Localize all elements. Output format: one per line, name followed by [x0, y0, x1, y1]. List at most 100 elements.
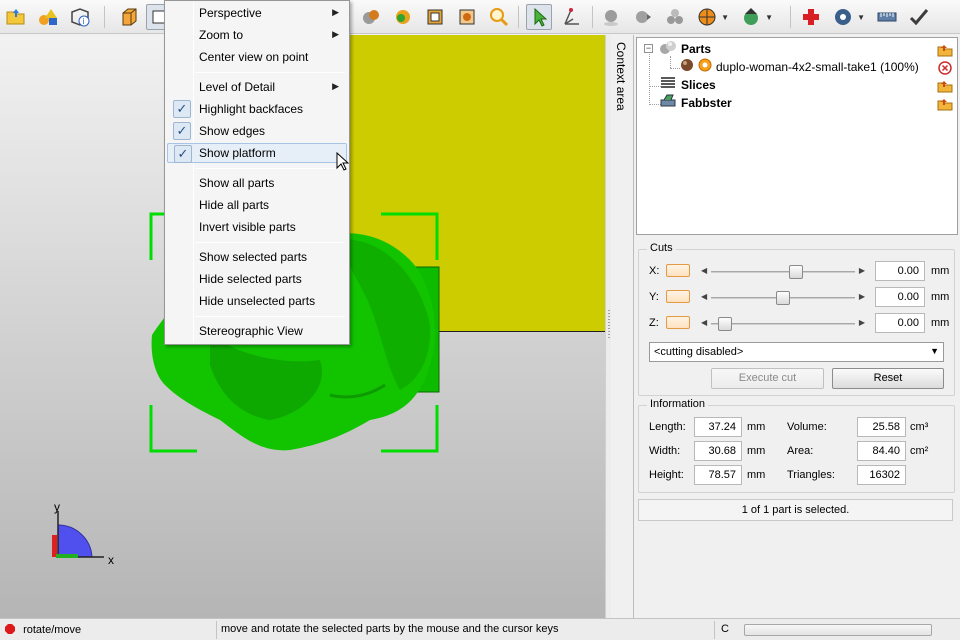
sphere-group-icon[interactable] — [662, 4, 688, 30]
cut-z-value[interactable]: 0.00 — [875, 313, 925, 333]
menu-item-highlight-backfaces[interactable]: ✓ Highlight backfaces — [167, 99, 347, 119]
cut-z-unit: mm — [931, 317, 950, 329]
cut-x-slider[interactable]: ◀ ▶ — [699, 265, 867, 279]
cut-y-value[interactable]: 0.00 — [875, 287, 925, 307]
view-sphere-color-icon[interactable] — [390, 4, 416, 30]
panel-splitter[interactable] — [605, 35, 611, 618]
cut-z-slider-thumb[interactable] — [717, 317, 732, 331]
cut-mode-value: <cutting disabled> — [654, 346, 744, 358]
main-toolbar: i ▼ ▼ ▼ — [0, 0, 960, 34]
checkmark-icon: ✓ — [174, 145, 192, 163]
cut-y-slider[interactable]: ◀ ▶ — [699, 291, 867, 305]
cuts-group: Cuts X: ◀ ▶ 0.00 mm Y: ◀ ▶ 0.00 mm Z: ◀ ▶ 0… — [638, 242, 955, 396]
menu-item-show-all-parts[interactable]: Show all parts — [167, 173, 347, 193]
cut-z-toggle[interactable] — [666, 316, 690, 329]
part-visibility-eye-icon[interactable] — [698, 58, 712, 75]
width-label: Width: — [649, 445, 681, 457]
open-folder-icon[interactable] — [3, 4, 29, 30]
menu-item-stereographic-view[interactable]: Stereographic View — [167, 321, 347, 341]
pie-sphere-icon[interactable]: ▼ — [694, 4, 729, 30]
menu-item-hide-unselected-parts[interactable]: Hide unselected parts — [167, 291, 347, 311]
menu-item-show-edges[interactable]: ✓ Show edges — [167, 121, 347, 141]
width-unit: mm — [747, 445, 766, 457]
menu-item-hide-selected-parts[interactable]: Hide selected parts — [167, 269, 347, 289]
menu-item-show-platform-label: Show platform — [199, 146, 276, 160]
menu-item-invert-visible-parts-label: Invert visible parts — [199, 220, 296, 234]
cut-y-label: Y: — [649, 291, 659, 303]
view-cube-icon[interactable] — [116, 4, 142, 30]
sphere-move-icon[interactable] — [630, 4, 656, 30]
context-area-tab[interactable]: Context area — [612, 38, 632, 618]
cut-z-slider[interactable]: ◀ ▶ — [699, 317, 867, 331]
part-mesh-icon — [679, 57, 695, 76]
menu-item-invert-visible-parts[interactable]: Invert visible parts — [167, 217, 347, 237]
chevron-down-icon: ▼ — [930, 346, 939, 356]
cut-x-label: X: — [649, 265, 660, 277]
part-remove-icon[interactable] — [937, 61, 953, 75]
menu-item-center-view-label: Center view on point — [199, 50, 309, 64]
tree-node-slices[interactable]: Slices — [659, 76, 939, 93]
cut-x-unit: mm — [931, 265, 950, 277]
zoom-icon[interactable] — [486, 4, 512, 30]
cut-x-slider-thumb[interactable] — [789, 265, 803, 279]
cut-z-label: Z: — [649, 317, 659, 329]
cut-x-value[interactable]: 0.00 — [875, 261, 925, 281]
cut-mode-select[interactable]: <cutting disabled> ▼ — [649, 342, 944, 362]
menu-item-show-platform[interactable]: ✓ Show platform — [167, 143, 347, 163]
slices-open-folder-icon[interactable] — [937, 79, 953, 93]
menu-item-show-edges-label: Show edges — [199, 124, 266, 138]
execute-cut-button[interactable]: Execute cut — [711, 368, 824, 389]
part-info-icon[interactable]: i — [67, 4, 93, 30]
cut-x-toggle[interactable] — [666, 264, 690, 277]
menu-item-center-view[interactable]: Center view on point — [167, 47, 347, 67]
ruler-icon[interactable] — [874, 4, 900, 30]
cut-y-slider-thumb[interactable] — [776, 291, 790, 305]
tree-node-fabbster-label: Fabbster — [681, 95, 732, 110]
transparent-box-icon[interactable] — [454, 4, 480, 30]
area-label: Area: — [787, 445, 814, 457]
submenu-arrow-icon: ▶ — [332, 7, 339, 17]
tree-node-part-label: duplo-woman-4x2-small-take1 (100%) — [716, 59, 919, 74]
parts-open-folder-icon[interactable] — [937, 43, 953, 57]
hint-text: move and rotate the selected parts by th… — [217, 621, 715, 639]
menu-item-level-of-detail[interactable]: Level of Detail ▶ — [167, 77, 347, 97]
reset-button[interactable]: Reset — [832, 368, 944, 389]
tree-node-part[interactable]: duplo-woman-4x2-small-take1 (100%) — [679, 58, 939, 75]
width-value: 30.68 — [694, 441, 742, 461]
status-bar: rotate/move move and rotate the selected… — [0, 618, 960, 640]
triangles-label: Triangles: — [787, 469, 835, 481]
parts-collapse-toggle[interactable]: − — [644, 44, 653, 53]
stop-icon — [5, 624, 15, 634]
tree-node-parts[interactable]: Parts — [659, 40, 954, 57]
add-shapes-icon[interactable] — [35, 4, 61, 30]
tree-node-fabbster[interactable]: Fabbster — [659, 94, 939, 111]
menu-item-perspective-label: Perspective — [199, 6, 262, 20]
menu-item-perspective[interactable]: Perspective ▶ — [167, 3, 347, 23]
object-tree[interactable]: − Parts duplo-woman-4x2-small-take1 (100… — [636, 37, 958, 235]
globe-arrow-icon[interactable]: ▼ — [738, 4, 773, 30]
cut-y-toggle[interactable] — [666, 290, 690, 303]
svg-text:i: i — [83, 17, 85, 26]
sphere-gray-icon[interactable] — [598, 4, 624, 30]
menu-item-hide-all-parts[interactable]: Hide all parts — [167, 195, 347, 215]
menu-item-stereographic-view-label: Stereographic View — [199, 324, 303, 338]
length-value: 37.24 — [694, 417, 742, 437]
view-sphere-gray-icon[interactable] — [358, 4, 384, 30]
wireframe-box-icon[interactable] — [422, 4, 448, 30]
axis-x-label: x — [108, 553, 114, 567]
parts-spheres-icon — [659, 39, 677, 58]
axis-transform-icon[interactable] — [558, 4, 584, 30]
disc-icon[interactable]: ▼ — [830, 4, 865, 30]
triangles-value: 16302 — [857, 465, 906, 485]
submenu-arrow-icon: ▶ — [332, 81, 339, 91]
fabbster-open-folder-icon[interactable] — [937, 97, 953, 111]
tree-node-slices-label: Slices — [681, 77, 716, 92]
add-red-cross-icon[interactable] — [798, 4, 824, 30]
select-arrow-icon[interactable] — [526, 4, 552, 30]
right-panel: − Parts duplo-woman-4x2-small-take1 (100… — [633, 35, 960, 618]
menu-item-show-selected-parts[interactable]: Show selected parts — [167, 247, 347, 267]
mode-text: rotate/move — [23, 624, 82, 636]
checkmark-icon[interactable] — [906, 4, 932, 30]
menu-item-zoom-to[interactable]: Zoom to ▶ — [167, 25, 347, 45]
volume-unit: cm³ — [910, 421, 929, 433]
